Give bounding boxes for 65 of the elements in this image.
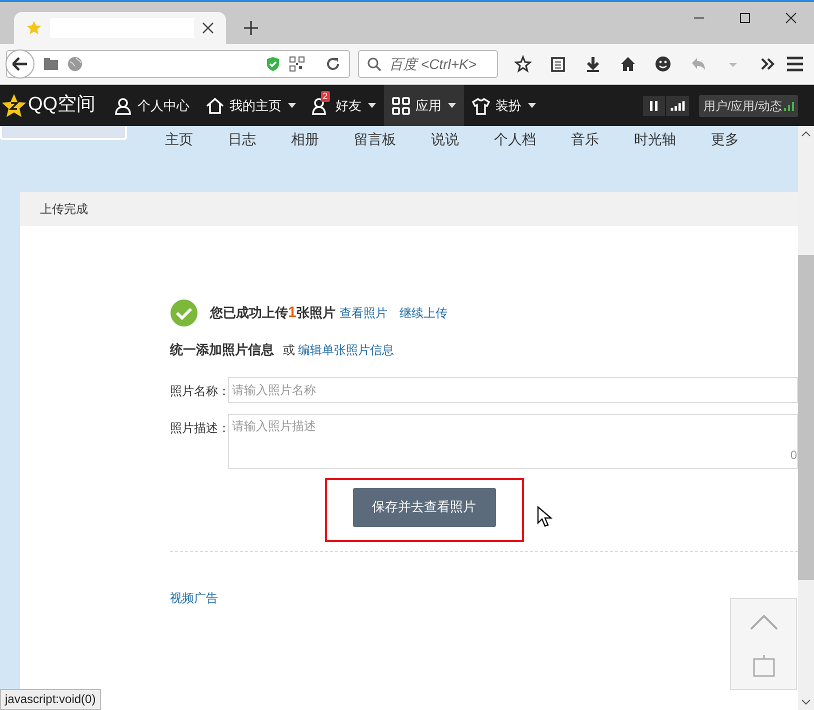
nav-link[interactable]: 更多 <box>711 129 739 150</box>
nav-label: 个人中心 <box>138 96 190 115</box>
grid-icon <box>392 96 410 114</box>
input-field[interactable]: 请输入照片名称 <box>228 376 798 402</box>
text-link[interactable]: 继续上传 <box>399 304 448 322</box>
star-icon <box>26 20 42 36</box>
character-counter: 0 <box>790 446 797 464</box>
logo-text: QQ空间 <box>28 93 96 118</box>
text-link[interactable]: 查看照片 <box>339 304 388 322</box>
nav-menu-item[interactable]: 2 好友 <box>304 85 384 126</box>
reading-list-icon[interactable] <box>549 55 567 73</box>
nav-link[interactable]: 个人档 <box>494 129 536 150</box>
star-icon[interactable] <box>514 55 532 73</box>
nav-label: 我的主页 <box>230 96 282 115</box>
reload-icon[interactable] <box>325 56 341 72</box>
success-message: 您已成功上传1张照片 <box>210 302 336 323</box>
card-title: 上传完成 <box>40 201 88 218</box>
nav-link[interactable]: 相册 <box>291 129 319 150</box>
qr-code-icon <box>289 56 305 72</box>
scrollbar[interactable] <box>798 126 814 710</box>
field-label: 照片描述： <box>170 420 228 436</box>
or-text: 或 <box>283 342 295 359</box>
notification-badge: 2 <box>320 91 330 102</box>
smiley-icon[interactable] <box>654 55 672 73</box>
nav-menu-item[interactable]: 我的主页 <box>198 85 304 126</box>
check-circle-icon <box>170 299 198 327</box>
search-icon <box>367 57 381 71</box>
nav-menu-item[interactable]: 个人中心 <box>106 85 198 126</box>
nav-label: 装扮 <box>496 96 522 115</box>
search-field[interactable]: 百度 <Ctrl+K> <box>358 50 498 78</box>
pointer-icon <box>537 506 553 528</box>
save-button[interactable]: 保存并去查看照片 <box>352 488 496 526</box>
nav-link[interactable]: 音乐 <box>571 129 599 150</box>
signal-bars-icon <box>784 100 794 110</box>
nav-link[interactable]: 说说 <box>431 129 459 150</box>
nav-label: 应用 <box>416 96 442 115</box>
nav-link[interactable]: 日志 <box>228 129 256 150</box>
status-tooltip: javascript:void(0) <box>0 689 101 710</box>
nav-link[interactable]: 时光轴 <box>634 129 676 150</box>
scroll-up-icon <box>801 129 811 139</box>
nav-menu-item[interactable]: 应用 <box>384 85 464 126</box>
person-icon <box>114 96 132 114</box>
plus-icon[interactable] <box>244 21 258 35</box>
house-icon <box>206 96 224 114</box>
shield-icon <box>265 56 281 72</box>
download-icon[interactable] <box>584 55 602 73</box>
feed-filter-button[interactable]: 用户/应用/动态 <box>699 94 798 116</box>
close-icon[interactable] <box>202 22 214 34</box>
globe-icon <box>67 56 83 72</box>
nav-link[interactable]: 留言板 <box>354 129 396 150</box>
scrollbar-thumb[interactable] <box>798 255 814 580</box>
text-link[interactable]: 视频广告 <box>170 588 218 606</box>
scroll-down-icon <box>801 697 811 707</box>
section-heading: 统一添加照片信息 <box>170 341 274 359</box>
nav-label: 好友 <box>336 96 362 115</box>
field-label: 照片名称： <box>170 382 228 400</box>
back-icon[interactable] <box>5 49 35 79</box>
address-bar[interactable] <box>6 50 350 78</box>
nav-menu-item[interactable]: 装扮 <box>464 85 544 126</box>
nav-link[interactable]: 主页 <box>165 129 193 150</box>
shirt-icon <box>472 96 490 114</box>
home-icon[interactable] <box>619 55 637 73</box>
text-link[interactable]: 编辑单张照片信息 <box>298 341 394 359</box>
folder-icon <box>43 57 59 71</box>
menu-icon[interactable] <box>786 55 804 73</box>
